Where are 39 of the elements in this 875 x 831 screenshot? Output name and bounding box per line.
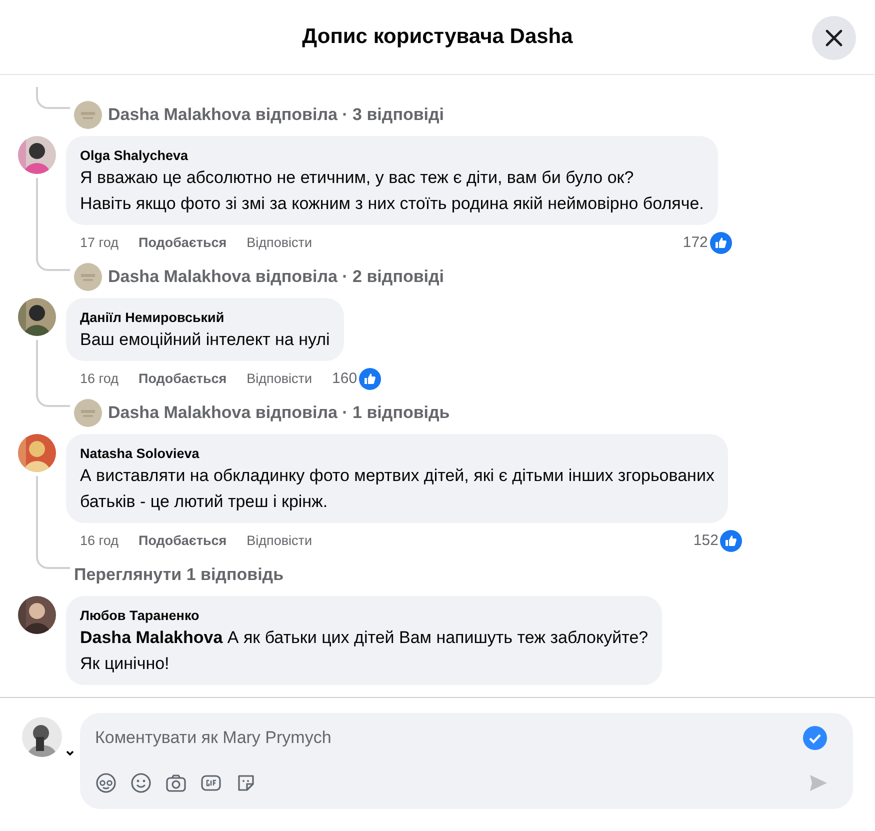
emoji-icon[interactable]	[130, 772, 152, 794]
reply-link[interactable]: Відповісти	[246, 232, 312, 254]
comment-time[interactable]: 16 год	[80, 530, 118, 552]
replies-link[interactable]: Dasha Malakhova відповіла · 3 відповіді	[74, 97, 444, 132]
close-icon	[824, 28, 844, 48]
like-link[interactable]: Подобається	[138, 530, 227, 552]
check-icon[interactable]	[803, 726, 827, 750]
comment-time[interactable]: 17 год	[80, 232, 118, 254]
view-replies-link[interactable]: Переглянути 1 відповідь	[74, 557, 284, 592]
comment-author[interactable]: Natasha Solovieva	[80, 444, 714, 463]
reaction-count[interactable]: 160	[332, 368, 382, 390]
like-icon	[720, 530, 742, 552]
reply-link[interactable]: Відповісти	[246, 530, 312, 552]
comment-input[interactable]: Коментувати як Mary Prymych	[95, 725, 803, 750]
comment-text: Як цинічно!	[80, 653, 170, 675]
like-link[interactable]: Подобається	[138, 368, 227, 390]
camera-icon[interactable]	[165, 772, 187, 794]
avatar-sticker-icon[interactable]	[95, 772, 117, 794]
reply-link[interactable]: Відповісти	[246, 368, 312, 390]
comment-author[interactable]: Даніїл Немировський	[80, 308, 330, 327]
comment-author[interactable]: Olga Shalycheva	[80, 146, 704, 165]
like-icon	[359, 368, 382, 390]
dialog-title: Допис користувача Dasha	[302, 24, 573, 50]
comment-text: Dasha Malakhova А як батьки цих дітей Вам напишуть теж заблокуйте?	[80, 627, 648, 649]
like-link[interactable]: Подобається	[138, 232, 227, 254]
comment-author[interactable]: Любов Тараненко	[80, 606, 648, 625]
reaction-count[interactable]: 152	[693, 530, 742, 552]
replies-link[interactable]: Dasha Malakhova відповіла · 1 відповідь	[74, 395, 450, 430]
comment-text: батьків - це лютий треш і крінж.	[80, 491, 329, 513]
thread-line	[36, 87, 70, 109]
comment-text: Ваш емоційний інтелект на нулі	[80, 329, 330, 351]
comment-text: Я вважаю це абсолютно не етичним, у вас теж є діти, вам би було ок?	[80, 167, 635, 189]
reaction-count[interactable]: 172	[682, 232, 732, 254]
comment-text: Навіть якщо фото зі змі за кожним з них стоїть родина якій неймовірно боляче.	[80, 193, 704, 215]
comment-text: А виставляти на обкладинку фото мертвих дітей, які є дітьми інших згорьованих	[80, 465, 714, 487]
close-button[interactable]	[812, 16, 856, 60]
replies-link[interactable]: Dasha Malakhova відповіла · 2 відповіді	[74, 259, 444, 294]
comment-time[interactable]: 16 год	[80, 368, 118, 390]
like-icon	[710, 232, 732, 254]
